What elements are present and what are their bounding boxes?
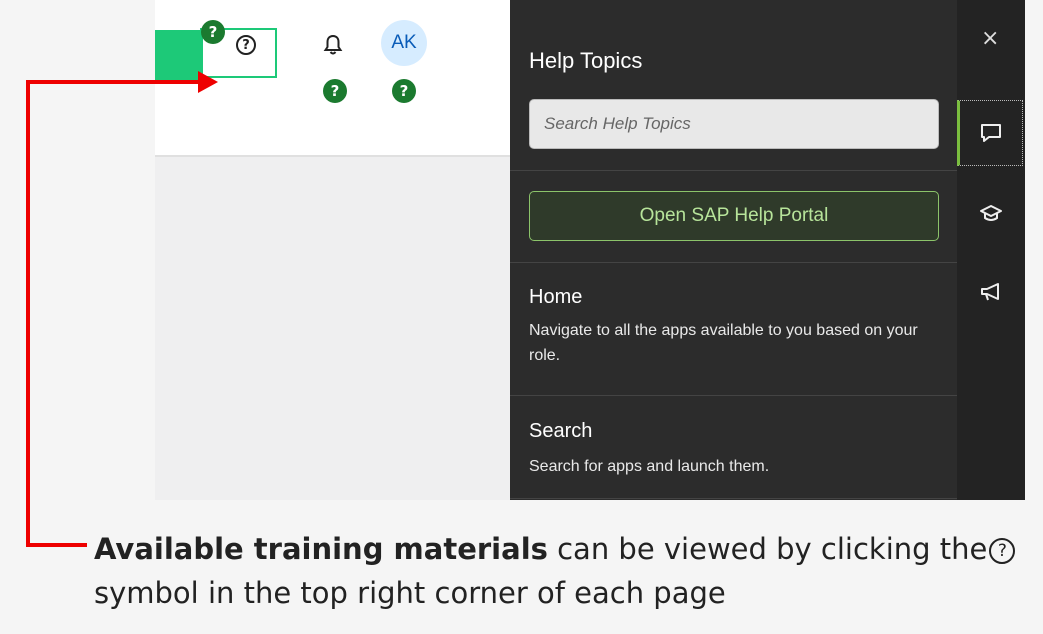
- callout-arrow-top: [26, 80, 201, 84]
- side-rail: ×: [957, 0, 1025, 500]
- topic-description: Navigate to all the apps available to yo…: [529, 322, 918, 364]
- help-icon[interactable]: ?: [236, 35, 256, 55]
- help-icon: ?: [989, 538, 1016, 564]
- megaphone-icon[interactable]: [979, 280, 1003, 304]
- notifications-badge: ?: [323, 79, 347, 103]
- open-help-portal-button[interactable]: Open SAP Help Portal: [529, 191, 939, 241]
- divider: [510, 170, 957, 171]
- caption-text-2: symbol in the top right corner of each p…: [94, 576, 726, 610]
- topic-description: Search for apps and launch them.: [529, 458, 770, 475]
- close-icon[interactable]: ×: [981, 26, 999, 51]
- divider: [510, 395, 957, 396]
- caption: Available training materials can be view…: [94, 527, 1034, 615]
- topic-title[interactable]: Home: [529, 286, 582, 309]
- bell-icon[interactable]: [323, 34, 343, 56]
- divider: [510, 498, 957, 499]
- topic-title[interactable]: Search: [529, 420, 592, 443]
- graduation-cap-icon[interactable]: [979, 201, 1003, 225]
- chat-icon[interactable]: [979, 121, 1003, 145]
- highlight-block: [155, 30, 203, 80]
- help-badge: ?: [201, 20, 225, 44]
- avatar-badge: ?: [392, 79, 416, 103]
- callout-arrowhead: [198, 71, 218, 93]
- callout-arrow-bottom: [26, 543, 87, 547]
- callout-arrow-vertical: [26, 82, 30, 547]
- caption-bold: Available training materials: [94, 532, 548, 566]
- divider: [510, 262, 957, 263]
- avatar[interactable]: AK: [381, 20, 427, 66]
- caption-text: can be viewed by clicking the: [547, 532, 988, 566]
- search-input[interactable]: Search Help Topics: [529, 99, 939, 149]
- panel-title: Help Topics: [529, 48, 643, 73]
- screenshot: ? ? ? AK ? Help Topics Search Help Topic…: [155, 0, 1025, 500]
- help-panel: Help Topics Search Help Topics Open SAP …: [510, 0, 957, 500]
